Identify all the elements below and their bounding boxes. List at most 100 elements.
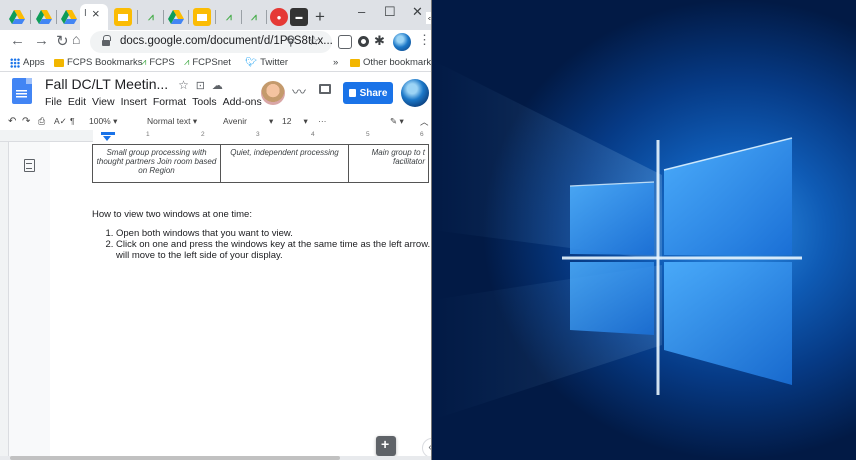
document-canvas[interactable]: Small group processing with thought part… (0, 142, 431, 460)
style-select[interactable]: Normal text ▾ (147, 116, 197, 127)
vertical-ruler (0, 142, 9, 460)
first-line-indent-marker[interactable] (103, 136, 111, 141)
font-select[interactable]: Avenir ▾ (223, 116, 273, 127)
bookmarks-overflow-button[interactable]: » (333, 57, 338, 68)
cloud-status-icon[interactable]: ☁ (212, 80, 223, 92)
menu-edit[interactable]: Edit (68, 96, 86, 108)
docs-header: Fall DC/LT Meetin... ☆ ⊡ ☁ File Edit Vie… (0, 72, 431, 114)
bookmark-other-bookmarks[interactable]: Other bookmarks (350, 57, 431, 68)
spellcheck-icon[interactable]: A✓ (54, 116, 67, 127)
star-icon[interactable]: ☆ (178, 78, 189, 92)
font-size-select[interactable]: 12 ▾ (282, 116, 308, 127)
menu-tools[interactable]: Tools (192, 96, 217, 108)
docs-menu-bar: File Edit View Insert Format Tools Add-o… (45, 96, 262, 108)
tab-divider (30, 10, 31, 24)
list-item[interactable]: Open both windows that you want to view. (116, 228, 431, 239)
docs-toolbar: ↶ ↷ ⎙ A✓ ¶ 100% ▾ Normal text ▾ Avenir ▾ … (0, 114, 431, 130)
url-text[interactable]: docs.google.com/document/d/1P6S8tLx... (120, 35, 333, 47)
google-docs-logo-icon[interactable] (12, 78, 32, 104)
bookmark-fcps-bookmarks[interactable]: FCPS Bookmarks (54, 57, 143, 68)
extension-icon[interactable] (338, 35, 352, 49)
folder-icon (54, 58, 64, 67)
bookmark-fcps[interactable]: ⩘ FCPS (141, 57, 175, 68)
back-arrow-icon[interactable]: ← (10, 32, 25, 49)
app-tab-icon[interactable]: ▬ (290, 8, 308, 26)
slides-tab-icon[interactable] (193, 8, 211, 26)
bookmark-apps[interactable]: Apps (10, 57, 45, 68)
document-page[interactable]: Small group processing with thought part… (50, 142, 431, 460)
fcps-tab-icon[interactable]: ⩘ (142, 8, 160, 26)
tab-divider (163, 10, 164, 24)
list-item[interactable]: Click on one and press the windows key a… (116, 239, 431, 261)
maximize-button[interactable]: ☐ (384, 4, 396, 20)
bookmark-fcpsnet[interactable]: ⩘ FCPSnet (184, 57, 231, 68)
slides-tab-icon[interactable] (114, 8, 132, 26)
chrome-window: I × ⩘ ⩘ ⩘ ● ▬ + – ☐ ✕ ⇔ ← → ↻ (0, 0, 432, 460)
table-cell[interactable]: Quiet, independent processing (220, 144, 349, 183)
tab-divider (241, 10, 242, 24)
fcps-icon: ⩘ (141, 57, 147, 68)
collaborator-avatar[interactable] (261, 81, 285, 105)
print-icon[interactable]: ⎙ (38, 116, 45, 127)
zoom-select[interactable]: 100% ▾ (89, 116, 117, 127)
close-window-button[interactable]: ✕ (412, 4, 423, 20)
puzzle-extensions-icon[interactable]: ✱ (374, 33, 385, 49)
instructions-heading[interactable]: How to view two windows at one time: (92, 209, 252, 220)
horizontal-ruler: 1 2 3 4 5 6 (0, 130, 431, 142)
screen: I × ⩘ ⩘ ⩘ ● ▬ + – ☐ ✕ ⇔ ← → ↻ (0, 0, 856, 460)
tab-close-icon[interactable]: × (92, 6, 100, 21)
minimize-button[interactable]: – (358, 4, 365, 19)
drive-tab-icon[interactable] (8, 8, 26, 26)
fcps-tab-icon[interactable]: ⩘ (220, 8, 238, 26)
add-comment-button[interactable] (376, 436, 396, 456)
drive-tab-icon[interactable] (35, 8, 53, 26)
search-icon[interactable]: ⚲ (286, 33, 296, 49)
table-cell[interactable]: Main group to t facilitator (348, 144, 429, 183)
forward-arrow-icon[interactable]: → (34, 32, 49, 49)
account-avatar[interactable] (401, 79, 429, 107)
editing-mode-pencil-icon[interactable]: ✎ ▾ (390, 116, 404, 127)
activity-trend-icon[interactable]: 〰 (292, 82, 306, 102)
collapse-menus-icon[interactable]: ︿ (420, 116, 429, 128)
twitter-icon: 🐦︎ (245, 57, 258, 68)
instructions-list[interactable]: Open both windows that you want to view.… (106, 228, 431, 261)
move-folder-icon[interactable]: ⊡ (196, 80, 205, 92)
horizontal-scrollbar[interactable] (0, 456, 431, 460)
app-tab-icon[interactable]: ● (270, 8, 288, 26)
ruler-number: 1 (146, 131, 150, 138)
document-outline-icon[interactable] (24, 159, 35, 172)
menu-add-ons[interactable]: Add-ons (223, 96, 262, 108)
omnibox[interactable]: docs.google.com/document/d/1P6S8tLx... ⚲… (90, 31, 333, 53)
comment-icon[interactable] (319, 84, 331, 94)
profile-avatar-icon[interactable] (393, 33, 411, 51)
home-icon[interactable]: ⌂ (72, 31, 80, 47)
left-indent-marker[interactable] (101, 132, 115, 135)
share-button[interactable]: Share (343, 82, 393, 104)
reload-icon[interactable]: ↻ (56, 32, 69, 50)
tab-divider (56, 10, 57, 24)
fcps-tab-icon[interactable]: ⩘ (245, 8, 263, 26)
menu-format[interactable]: Format (153, 96, 186, 108)
bookmark-twitter[interactable]: 🐦︎ Twitter (245, 57, 288, 68)
undo-icon[interactable]: ↶ (8, 116, 16, 127)
drive-tab-icon[interactable] (60, 8, 78, 26)
extension-icon[interactable] (358, 36, 369, 47)
document-table[interactable]: Small group processing with thought part… (92, 144, 429, 183)
paint-format-icon[interactable]: ¶ (70, 116, 75, 126)
tab-divider (266, 10, 267, 24)
active-tab[interactable]: I × (80, 4, 108, 30)
menu-insert[interactable]: Insert (121, 96, 147, 108)
scrollbar-thumb[interactable] (10, 456, 340, 460)
document-title[interactable]: Fall DC/LT Meetin... ☆ ⊡ ☁ (45, 76, 223, 92)
more-menu-icon[interactable]: ⋮ (418, 32, 431, 48)
menu-file[interactable]: File (45, 96, 62, 108)
ruler-number: 4 (311, 131, 315, 138)
more-toolbar-button[interactable]: ··· (318, 116, 327, 126)
drive-tab-icon[interactable] (167, 8, 185, 26)
redo-icon[interactable]: ↷ (22, 116, 30, 127)
menu-view[interactable]: View (92, 96, 115, 108)
new-tab-button[interactable]: + (315, 7, 325, 27)
bookmark-star-icon[interactable]: ☆ (308, 33, 320, 49)
table-cell[interactable]: Small group processing with thought part… (92, 144, 221, 183)
lock-icon (102, 35, 111, 46)
